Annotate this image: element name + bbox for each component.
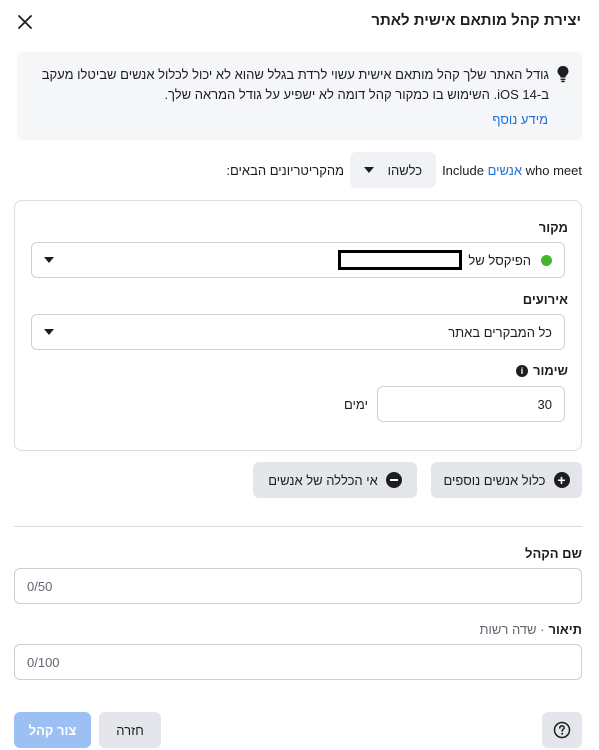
help-button[interactable] [542,712,582,748]
remove-circle-icon [385,472,402,488]
source-value: הפיקסל של [468,252,531,268]
source-dropdown[interactable]: הפיקסל של [31,242,565,278]
help-icon [553,721,571,739]
match-type-value: כלשהו [387,162,423,178]
who-meet-text: who meet [525,162,582,178]
retention-unit: ימים [344,397,368,412]
audience-name-counter: 0/50 [27,578,53,594]
audience-name-label: שם הקהל [525,546,582,561]
events-label: אירועים [522,292,568,307]
include-more-button[interactable]: + כלול אנשים נוספים [431,462,582,498]
description-label-row: תיאור · שדה רשות [480,622,582,637]
chevron-down-icon [44,329,54,335]
optional-hint: · שדה רשות [479,622,545,637]
ios14-notice: גודל האתר שלך קהל מותאם אישית עשוי לרדת … [17,52,582,140]
events-dropdown[interactable]: כל המבקרים באתר [31,314,565,350]
close-icon [18,15,32,29]
include-word: Include [442,162,484,178]
close-button[interactable] [12,9,38,35]
include-text: Include אנשים who meet [442,163,582,178]
retention-value: 30 [537,396,552,412]
back-button[interactable]: חזרה [99,712,161,748]
status-dot [541,254,552,266]
exclude-label: אי הכללה של אנשים [268,472,378,488]
retention-label: שימור [533,363,568,378]
criteria-text: מהקריטריונים הבאים: [226,162,345,178]
learn-more-link[interactable]: מידע נוסף [492,112,548,127]
retention-days-input[interactable]: 30 [377,386,565,422]
description-input[interactable]: 0/100 [14,644,582,680]
back-label: חזרה [116,722,144,738]
create-audience-button[interactable]: צור קהל [14,712,91,748]
dialog-title: יצירת קהל מותאם אישית לאתר [371,12,581,29]
source-label: מקור [538,220,568,235]
include-criteria-row: Include אנשים who meet כלשהו מהקריטריוני… [17,152,582,188]
events-value: כל המבקרים באתר [448,324,552,340]
description-label: תיאור [548,622,582,637]
people-link[interactable]: אנשים [488,163,522,178]
exclude-people-button[interactable]: אי הכללה של אנשים [253,462,417,498]
lightbulb-icon [557,66,569,83]
description-counter: 0/100 [27,654,60,670]
chevron-down-icon [364,167,375,173]
section-divider [14,526,582,527]
info-icon[interactable]: i [516,364,529,377]
notice-text: גודל האתר שלך קהל מותאם אישית עשוי לרדת … [41,67,549,102]
add-circle-icon: + [553,472,570,488]
redacted-pixel-name [338,250,463,270]
chevron-down-icon [44,257,54,263]
include-more-label: כלול אנשים נוספים [443,472,546,488]
audience-name-input[interactable]: 0/50 [14,568,582,604]
create-label: צור קהל [28,722,77,738]
match-type-dropdown[interactable]: כלשהו [350,152,437,188]
retention-label-row: שימור i [516,363,568,378]
